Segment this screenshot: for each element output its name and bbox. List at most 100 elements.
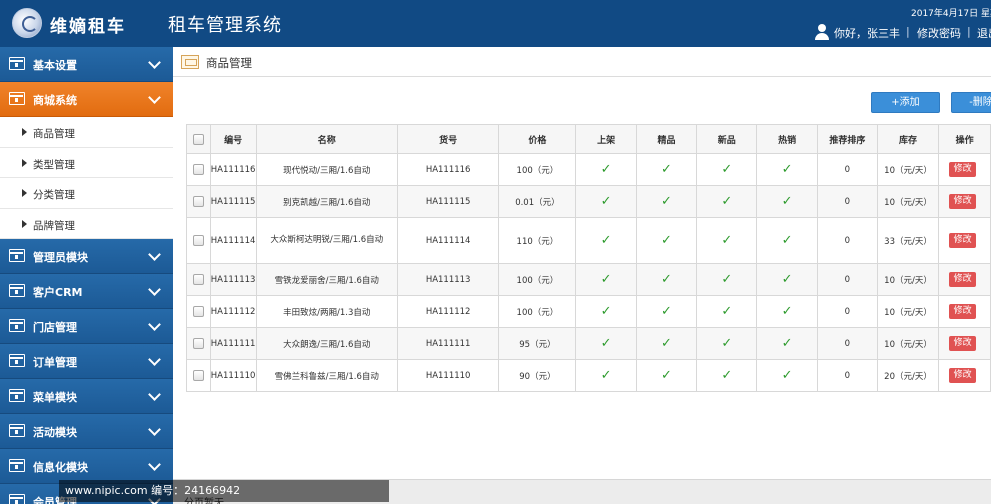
cell-name: 大众朗逸/三厢/1.6自动	[255, 327, 398, 360]
row-checkbox[interactable]	[192, 196, 204, 207]
top-header: 维嫡租车 租车管理系统 2017年4月17日 星期一 你好，张三丰 | 修改密码…	[0, 0, 991, 47]
edit-button[interactable]: 修改	[949, 304, 977, 319]
cell-new: ✓	[696, 153, 758, 186]
row-checkbox[interactable]	[192, 274, 204, 285]
submenu-item-type-management[interactable]: 类型管理	[0, 148, 173, 178]
cell-hot: ✓	[756, 217, 818, 264]
add-button[interactable]: +添加	[871, 92, 940, 113]
edit-button[interactable]: 修改	[949, 272, 977, 287]
column-header: 精品	[635, 124, 698, 154]
check-icon: ✓	[600, 272, 612, 287]
menu-group-store[interactable]: 门店管理	[0, 309, 173, 344]
edit-button[interactable]: 修改	[949, 194, 977, 209]
cell-featured: ✓	[635, 359, 698, 392]
row-select-cell	[186, 263, 211, 296]
row-select-cell	[186, 327, 211, 360]
cell-new: ✓	[696, 185, 758, 218]
column-header: 货号	[396, 124, 500, 154]
user-greeting: 你好，张三丰	[834, 27, 900, 40]
row-checkbox[interactable]	[192, 370, 204, 381]
delete-button[interactable]: -删除	[951, 92, 991, 113]
cell-action: 修改	[938, 153, 991, 186]
check-icon: ✓	[721, 304, 733, 319]
submenu-item-category-management[interactable]: 分类管理	[0, 178, 173, 209]
column-header: 新品	[696, 124, 758, 154]
cell-price: 100（元）	[498, 295, 577, 328]
change-password-link[interactable]: 修改密码	[917, 25, 961, 41]
main-panel: 商品管理 +添加 -删除 编号 名称 货号 价格 上架 精品 新品 热销 推荐排…	[173, 47, 991, 504]
row-checkbox[interactable]	[192, 235, 204, 246]
column-header: 上架	[575, 124, 637, 154]
cell-price: 90（元）	[498, 359, 577, 392]
edit-button[interactable]: 修改	[949, 162, 977, 177]
menu-group-informatization[interactable]: 信息化模块	[0, 449, 173, 484]
column-header: 名称	[255, 124, 398, 154]
cell-name: 别克凯越/三厢/1.6自动	[255, 185, 398, 218]
cell-name: 丰田致炫/两厢/1.3自动	[255, 295, 398, 328]
check-icon: ✓	[600, 162, 612, 177]
folder-icon	[9, 354, 25, 367]
submenu-label: 商品管理	[33, 128, 75, 140]
row-checkbox[interactable]	[192, 338, 204, 349]
select-all-cell	[186, 124, 211, 154]
menu-group-label: 门店管理	[33, 321, 77, 334]
column-header: 推荐排序	[816, 124, 878, 154]
folder-icon	[9, 284, 25, 297]
edit-button[interactable]: 修改	[949, 336, 977, 351]
cell-sort: 0	[816, 153, 878, 186]
column-header: 热销	[756, 124, 818, 154]
menu-group-label: 菜单模块	[33, 391, 77, 404]
cell-sku: HA111114	[396, 217, 500, 264]
check-icon: ✓	[600, 336, 612, 351]
submenu-item-product-management[interactable]: 商品管理	[0, 117, 173, 148]
folder-icon	[9, 319, 25, 332]
cell-stock: 33（元/天）	[876, 217, 940, 264]
check-icon: ✓	[660, 336, 672, 351]
menu-group-basic-settings[interactable]: 基本设置	[0, 47, 173, 82]
menu-group-mall-system[interactable]: 商城系统	[0, 82, 173, 117]
table-header-row: 编号 名称 货号 价格 上架 精品 新品 热销 推荐排序 库存 操作	[186, 124, 991, 154]
menu-group-crm[interactable]: 客户CRM	[0, 274, 173, 309]
menu-group-admin[interactable]: 管理员模块	[0, 239, 173, 274]
cell-hot: ✓	[756, 295, 818, 328]
user-icon	[814, 24, 830, 40]
check-icon: ✓	[721, 194, 733, 209]
cell-on-shelf: ✓	[575, 217, 637, 264]
menu-group-menu[interactable]: 菜单模块	[0, 379, 173, 414]
cell-name: 现代悦动/三厢/1.6自动	[255, 153, 398, 186]
row-checkbox[interactable]	[192, 306, 204, 317]
check-icon: ✓	[781, 194, 793, 209]
cell-featured: ✓	[635, 185, 698, 218]
chevron-down-icon	[148, 458, 161, 471]
folder-icon	[9, 57, 25, 70]
edit-button[interactable]: 修改	[949, 233, 977, 248]
row-checkbox[interactable]	[192, 164, 204, 175]
menu-group-label: 管理员模块	[33, 251, 88, 264]
logout-link[interactable]: 退出	[977, 25, 991, 41]
cell-hot: ✓	[756, 327, 818, 360]
cell-hot: ✓	[756, 359, 818, 392]
edit-button[interactable]: 修改	[949, 368, 977, 383]
select-all-checkbox[interactable]	[192, 133, 204, 145]
cell-action: 修改	[938, 295, 991, 328]
check-icon: ✓	[660, 368, 672, 383]
check-icon: ✓	[721, 272, 733, 287]
folder-icon	[9, 424, 25, 437]
column-header: 操作	[938, 124, 991, 154]
submenu-label: 品牌管理	[33, 219, 75, 232]
submenu-item-brand-management[interactable]: 品牌管理	[0, 209, 173, 239]
cell-stock: 10（元/天）	[876, 327, 940, 360]
table-row: HA111115 别克凯越/三厢/1.6自动 HA111115 0.01（元） …	[186, 185, 991, 218]
cell-price: 95（元）	[498, 327, 577, 360]
cell-price: 100（元）	[498, 153, 577, 186]
menu-group-activity[interactable]: 活动模块	[0, 414, 173, 449]
check-icon: ✓	[721, 368, 733, 383]
cell-featured: ✓	[635, 153, 698, 186]
menu-group-label: 订单管理	[33, 356, 77, 369]
cell-price: 110（元）	[498, 217, 577, 264]
table-row: HA111114 大众斯柯达明锐/三厢/1.6自动 HA111114 110（元…	[186, 217, 991, 264]
cell-price: 100（元）	[498, 263, 577, 296]
menu-group-orders[interactable]: 订单管理	[0, 344, 173, 379]
table-row: HA111110 雪佛兰科鲁兹/三厢/1.6自动 HA111110 90（元） …	[186, 359, 991, 392]
menu-group-label: 信息化模块	[33, 461, 88, 474]
